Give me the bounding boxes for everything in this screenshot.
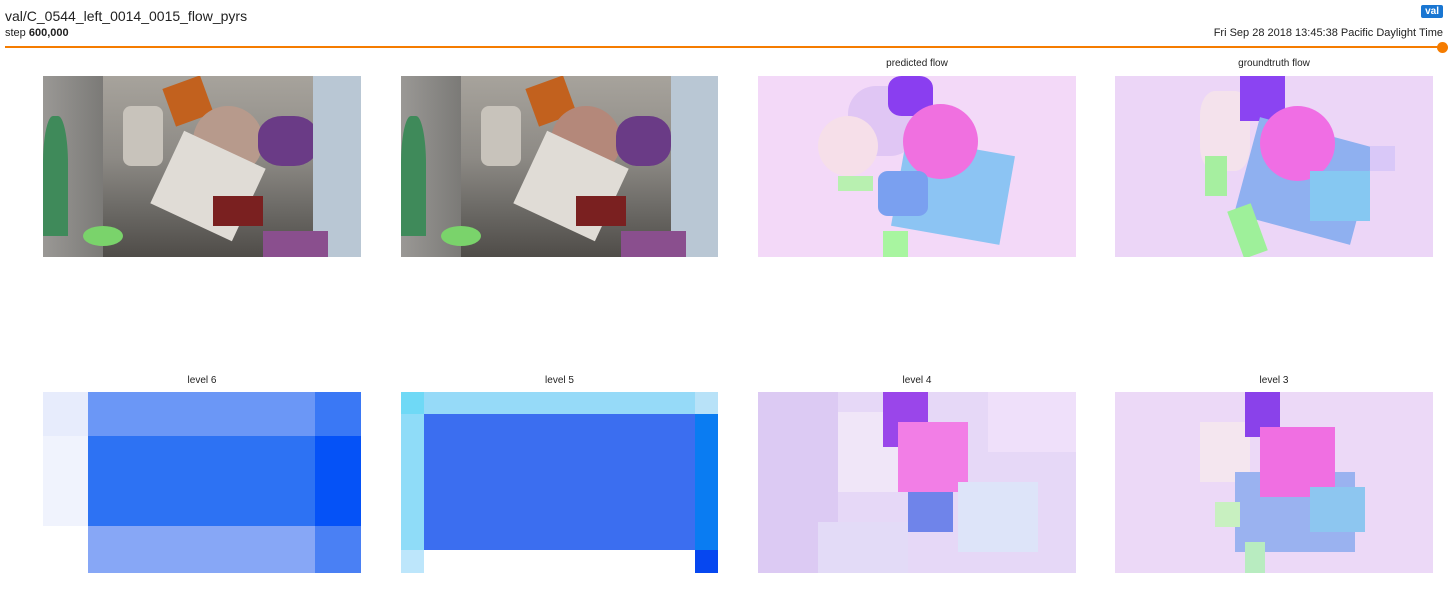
run-badge[interactable]: val [1421,5,1443,18]
image-panel-groundtruth-flow: groundtruth flow [1115,58,1433,257]
image-panel-level-3: level 3 [1115,375,1433,573]
panel-title: level 3 [1259,375,1289,386]
timestamp: Fri Sep 28 2018 13:45:38 Pacific Dayligh… [1213,27,1443,39]
step-slider[interactable] [5,46,1443,48]
step-label: step [5,27,26,39]
level-3-image [1115,392,1433,573]
step-slider-thumb[interactable] [1437,42,1448,53]
panel-title: predicted flow [886,58,948,69]
frame-1-image [43,76,361,257]
image-panel-frame-2 [401,58,718,257]
step-value: 600,000 [28,27,69,39]
panel-title: level 4 [902,375,932,386]
level-4-image [758,392,1076,573]
step-indicator: step 600,000 [5,27,69,39]
image-panel-level-4: level 4 [758,375,1076,573]
image-panel-predicted-flow: predicted flow [758,58,1076,257]
level-5-image [401,392,718,573]
predicted-flow-image [758,76,1076,257]
run-title: val/C_0544_left_0014_0015_flow_pyrs [5,8,248,24]
level-6-image [43,392,361,573]
panel-title: groundtruth flow [1238,58,1310,69]
image-panel-frame-1 [43,58,361,257]
panel-title: level 5 [545,375,574,386]
image-panel-level-6: level 6 [43,375,361,573]
groundtruth-flow-image [1115,76,1433,257]
image-panel-level-5: level 5 [401,375,718,573]
frame-2-image [401,76,718,257]
panel-title: level 6 [187,375,217,386]
